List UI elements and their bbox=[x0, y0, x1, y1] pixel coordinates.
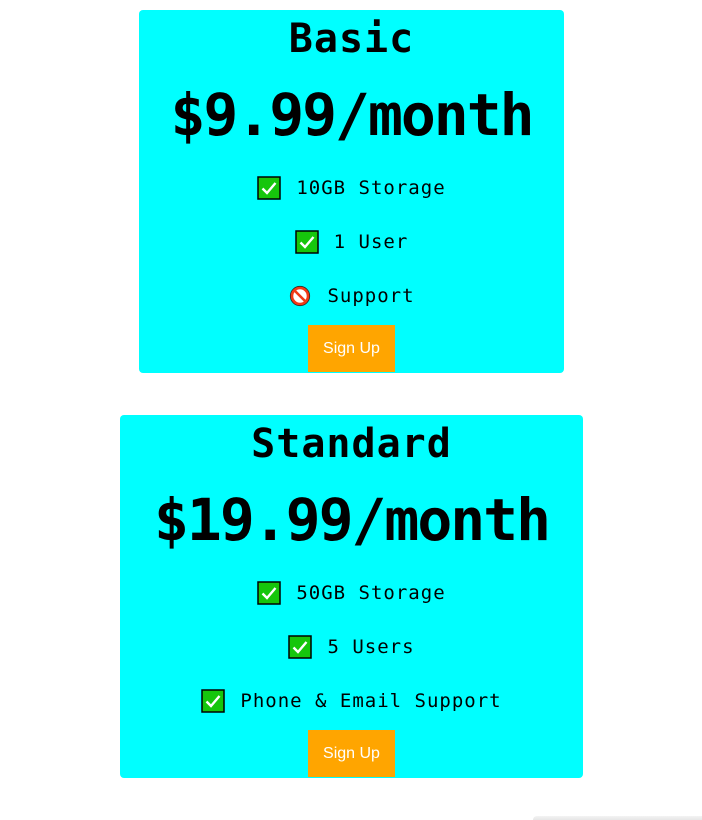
sign-up-button[interactable]: Sign Up bbox=[308, 730, 395, 777]
check-icon bbox=[288, 635, 313, 659]
check-icon bbox=[257, 581, 282, 605]
pricing-card-standard: Standard $19.99/month 50GB Storage 5 Use… bbox=[120, 415, 583, 778]
feature-text: 50GB Storage bbox=[296, 582, 446, 604]
feature-text: 5 Users bbox=[327, 636, 415, 658]
feature-text: 1 User bbox=[333, 231, 409, 253]
feature-list: 10GB Storage 1 User Support bbox=[257, 161, 445, 323]
feature-item: Phone & Email Support bbox=[201, 674, 501, 728]
pricing-card-basic: Basic $9.99/month 10GB Storage 1 User Su… bbox=[139, 10, 564, 373]
partial-card-edge bbox=[533, 816, 702, 820]
feature-text: 10GB Storage bbox=[296, 177, 446, 199]
feature-item: 5 Users bbox=[288, 620, 414, 674]
plan-price: $19.99/month bbox=[153, 486, 551, 554]
feature-text: Phone & Email Support bbox=[240, 690, 502, 712]
check-icon bbox=[257, 176, 282, 200]
check-icon bbox=[294, 230, 319, 254]
feature-item: 1 User bbox=[294, 215, 409, 269]
plan-name: Basic bbox=[288, 16, 415, 62]
check-icon bbox=[201, 689, 226, 713]
plan-name: Standard bbox=[251, 421, 452, 467]
sign-up-button[interactable]: Sign Up bbox=[308, 325, 395, 372]
prohibited-icon bbox=[288, 284, 312, 308]
feature-text: Support bbox=[327, 285, 415, 307]
feature-list: 50GB Storage 5 Users Phone & Email Suppo… bbox=[201, 566, 501, 728]
plan-price: $9.99/month bbox=[170, 81, 534, 149]
feature-item: 10GB Storage bbox=[257, 161, 445, 215]
feature-item: 50GB Storage bbox=[257, 566, 445, 620]
feature-item: Support bbox=[288, 269, 414, 323]
